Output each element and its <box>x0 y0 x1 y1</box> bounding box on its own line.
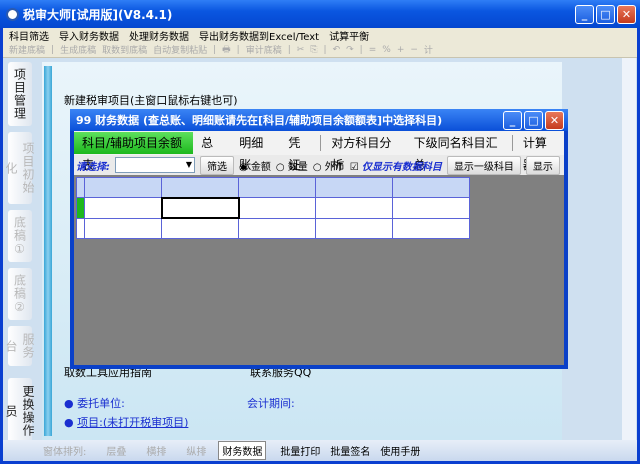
auto-copy-paste-button[interactable]: 自动复制粘贴 <box>153 43 207 56</box>
chevron-down-icon: ▼ <box>185 160 192 169</box>
tab-balance-sheet[interactable]: 科目/辅助项目余额表 <box>74 132 194 172</box>
project-link[interactable]: 项目:(未打开税审项目) <box>77 416 188 429</box>
tab-sub-summary[interactable]: 下级同名科目汇总 <box>406 132 510 172</box>
radio-amount[interactable]: ◉ 金额 <box>239 158 271 173</box>
equals-icon[interactable]: = <box>369 45 377 55</box>
fetch-to-draft-button[interactable]: 取数到底稿 <box>102 43 147 56</box>
data-grid[interactable] <box>76 176 470 240</box>
tab-voucher[interactable]: 凭证 <box>280 132 318 172</box>
show-more-button[interactable]: 显示 <box>525 155 560 175</box>
table-row <box>76 176 470 199</box>
financial-data-button[interactable]: 财务数据 <box>218 441 267 460</box>
batch-print-button[interactable]: 批量打印 <box>280 443 320 458</box>
side-tab-service[interactable]: 服务台 <box>4 326 35 366</box>
tile-v-button[interactable]: 纵排 <box>186 443 206 458</box>
close-button[interactable]: ✕ <box>617 5 636 24</box>
table-row <box>76 196 470 220</box>
dialog-close-button[interactable]: ✕ <box>545 111 564 130</box>
minus-icon[interactable]: − <box>410 45 418 55</box>
dialog-maximize-button[interactable]: □ <box>524 111 543 130</box>
client-label: ● 委托单位: <box>64 397 125 410</box>
batch-sign-button[interactable]: 批量签名 <box>330 443 370 458</box>
tab-calculator[interactable]: 计算器 <box>515 132 564 172</box>
table-row <box>76 217 470 240</box>
dialog-title: 99 财务数据 (查总账、明细账请先在[科目/辅助项目余额额表]中选择科目) <box>76 114 443 127</box>
select-label: 请选择: <box>76 161 110 173</box>
project-row: ● 项目:(未打开税审项目) <box>64 416 189 429</box>
title-bar: 税审大师[试用版](V8.4.1) _ □ ✕ <box>0 0 640 28</box>
filter-row: 请选择: ▼ 筛选 ◉ 金额 ○ 数量 ○ 外币 ☑ 仅显示有数据科目 显示一级… <box>74 155 564 175</box>
menu-export[interactable]: 导出财务数据到Excel/Text <box>199 28 319 43</box>
side-tab-draft-1[interactable]: 底稿① <box>8 210 32 262</box>
bottom-bar: 窗体排列: 层叠 横排 纵排 财务数据 批量打印 批量签名 使用手册 <box>3 440 637 461</box>
show-level1-button[interactable]: 显示一级科目 <box>446 155 521 175</box>
side-tab-change-operator[interactable]: 更换操作员 <box>4 378 35 444</box>
minimize-button[interactable]: _ <box>575 5 594 24</box>
copy-icon[interactable]: ⎘ <box>310 45 317 55</box>
calc-button[interactable]: 计 <box>424 43 433 56</box>
redo-icon[interactable]: ↷ <box>346 45 354 55</box>
cascade-button[interactable]: 层叠 <box>106 443 126 458</box>
app-icon <box>6 7 19 21</box>
dialog-body: 科目/辅助项目余额表 总账 明细账 凭证 对方科目分析 下级同名科目汇总 计算器… <box>74 131 564 365</box>
dialog-tabs: 科目/辅助项目余额表 总账 明细账 凭证 对方科目分析 下级同名科目汇总 计算器 <box>74 131 564 172</box>
financial-data-dialog: 99 财务数据 (查总账、明细账请先在[科目/辅助项目余额额表]中选择科目) _… <box>70 109 568 369</box>
decor-bar <box>44 66 52 436</box>
maximize-button[interactable]: □ <box>596 5 615 24</box>
radio-foreign[interactable]: ○ 外币 <box>313 158 345 173</box>
menu-process[interactable]: 处理财务数据 <box>129 28 189 43</box>
only-data-checkbox[interactable]: ☑ 仅显示有数据科目 <box>350 158 442 173</box>
menu-trial-balance[interactable]: 试算平衡 <box>329 28 369 43</box>
side-tab-project-mgmt[interactable]: 项目管理 <box>8 62 32 126</box>
radio-quantity[interactable]: ○ 数量 <box>276 158 308 173</box>
print-icon[interactable]: 🖶 <box>222 42 231 58</box>
tab-general-ledger[interactable]: 总账 <box>193 132 231 172</box>
side-tab-draft-2[interactable]: 底稿② <box>8 268 32 320</box>
manual-button[interactable]: 使用手册 <box>380 443 420 458</box>
audit-draft-button[interactable]: 审计底稿 <box>246 43 282 56</box>
menu-subject-filter[interactable]: 科目筛选 <box>9 28 49 43</box>
vertical-scrollbar[interactable] <box>622 58 636 440</box>
toolbar: 新建底稿 | 生成底稿 取数到底稿 自动复制粘贴 | 🖶 | 审计底稿 | ✂ ⎘ | ↶… <box>3 42 637 58</box>
plus-icon[interactable]: + <box>397 45 405 55</box>
period-label: 会计期间: <box>247 397 295 410</box>
menu-bar: 科目筛选 导入财务数据 处理财务数据 导出财务数据到Excel/Text 试算平… <box>3 28 637 43</box>
arrange-label: 窗体排列: <box>43 447 87 458</box>
window-title: 税审大师[试用版](V8.4.1) <box>23 7 173 22</box>
cut-icon[interactable]: ✂ <box>297 45 305 55</box>
tab-detail-ledger[interactable]: 明细账 <box>231 132 280 172</box>
menu-import[interactable]: 导入财务数据 <box>59 28 119 43</box>
tile-h-button[interactable]: 横排 <box>146 443 166 458</box>
generate-draft-button[interactable]: 生成底稿 <box>60 43 96 56</box>
dialog-minimize-button[interactable]: _ <box>503 111 522 130</box>
filter-button[interactable]: 筛选 <box>200 155 234 175</box>
tab-counter-account[interactable]: 对方科目分析 <box>323 132 405 172</box>
new-draft-button[interactable]: 新建底稿 <box>9 43 45 56</box>
new-project-link[interactable]: 新建税审项目(主窗口鼠标右键也可) <box>64 92 238 108</box>
percent-icon[interactable]: % <box>382 45 391 55</box>
subject-select[interactable]: ▼ <box>115 157 195 173</box>
dialog-title-bar: 99 财务数据 (查总账、明细账请先在[科目/辅助项目余额额表]中选择科目) _… <box>70 109 568 131</box>
side-tab-project-init[interactable]: 项目初始化 <box>4 132 35 204</box>
side-tabs: 项目管理 项目初始化 底稿① 底稿② 服务台 更换操作员 <box>4 62 35 450</box>
undo-icon[interactable]: ↶ <box>333 45 341 55</box>
